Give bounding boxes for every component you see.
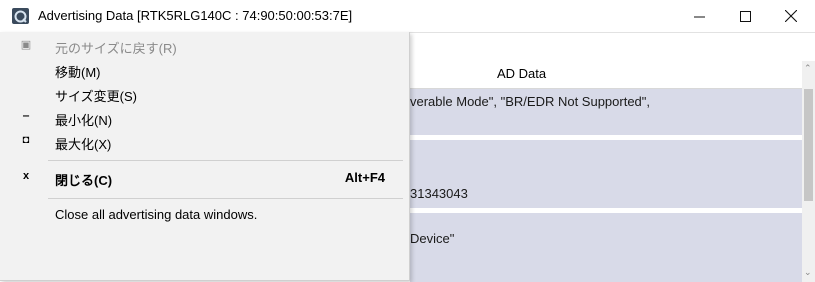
menu-item-label: 移動(M) [55, 65, 101, 80]
menu-item-restore[interactable]: ▣ 元のサイズに戻す(R) [0, 34, 409, 58]
scroll-thumb[interactable] [804, 89, 813, 201]
vertical-scrollbar[interactable]: ⌃ ⌄ [802, 61, 815, 282]
menu-separator [48, 198, 403, 199]
title-bar[interactable]: Advertising Data [RTK5RLG140C : 74:90:50… [0, 0, 815, 33]
window-title: Advertising Data [RTK5RLG140C : 74:90:50… [38, 8, 353, 23]
maximize-icon [739, 10, 751, 22]
menu-item-maximize[interactable]: ◘ 最大化(X) [0, 130, 409, 154]
maximize-button[interactable] [722, 0, 768, 32]
menu-item-shortcut: Alt+F4 [344, 170, 385, 185]
cell-text: Device" [410, 231, 455, 246]
menu-item-label: 最小化(N) [55, 113, 113, 128]
minimize-icon [693, 16, 705, 17]
table-row[interactable]: 31343043 [410, 140, 802, 208]
menu-item-close-all[interactable]: Close all advertising data windows. [0, 203, 409, 227]
system-menu: ▣ 元のサイズに戻す(R) 移動(M) サイズ変更(S) ‒ 最小化(N) ◘ … [0, 32, 410, 281]
maximize-icon: ◘ [22, 134, 30, 146]
minimize-icon: ‒ [22, 110, 30, 122]
column-header-ad-data[interactable]: AD Data [410, 61, 802, 89]
close-button[interactable] [768, 0, 814, 32]
app-icon[interactable] [12, 8, 29, 24]
table-row[interactable]: verable Mode", "BR/EDR Not Supported", [410, 89, 802, 135]
scroll-up-icon[interactable]: ⌃ [804, 63, 812, 74]
menu-item-label: Close all advertising data windows. [55, 207, 258, 222]
restore-icon: ▣ [20, 39, 32, 51]
menu-item-resize[interactable]: サイズ変更(S) [0, 82, 409, 106]
menu-separator [48, 160, 403, 161]
menu-item-label: 閉じる(C) [55, 173, 113, 188]
menu-item-label: 最大化(X) [55, 137, 112, 152]
column-header-label: AD Data [497, 66, 547, 81]
table-row[interactable]: Device" [410, 213, 802, 282]
menu-item-label: サイズ変更(S) [55, 89, 137, 104]
scroll-down-icon[interactable]: ⌄ [804, 267, 812, 278]
cell-text: verable Mode", "BR/EDR Not Supported", [410, 94, 651, 109]
menu-item-minimize[interactable]: ‒ 最小化(N) [0, 106, 409, 130]
menu-item-label: 元のサイズに戻す(R) [55, 41, 177, 56]
cell-text: 31343043 [410, 186, 468, 201]
menu-item-move[interactable]: 移動(M) [0, 58, 409, 82]
minimize-button[interactable] [676, 0, 722, 32]
close-icon: x [22, 170, 30, 182]
close-icon [785, 10, 797, 22]
menu-item-close[interactable]: x 閉じる(C) Alt+F4 [0, 166, 409, 190]
